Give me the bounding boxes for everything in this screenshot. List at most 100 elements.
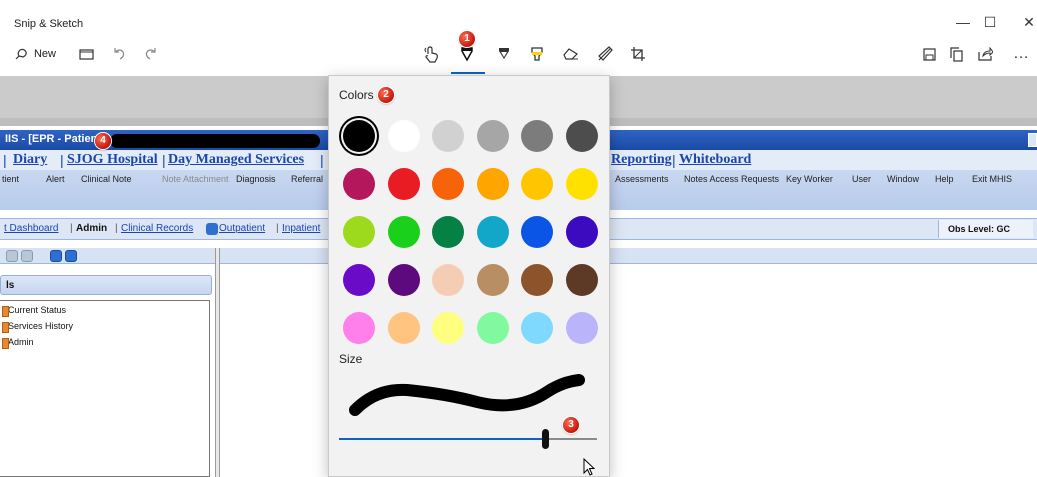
crumb-arrow-icon[interactable] [206,223,218,235]
nav-link-whiteboard[interactable]: Whiteboard [679,152,751,168]
color-swatch[interactable] [343,216,375,248]
tree-item-services-history[interactable]: Services History [1,321,73,333]
menu-item-note-attachment[interactable]: Note Attachment [162,174,229,184]
color-swatch[interactable] [432,120,464,152]
open-file-button[interactable] [76,42,96,66]
menu-item-key-worker[interactable]: Key Worker [786,174,833,184]
color-swatch[interactable] [387,312,420,344]
undo-icon [112,47,126,61]
size-slider-track[interactable] [545,438,597,440]
crumb-dashboard[interactable]: t Dashboard [4,223,58,234]
undo-button[interactable] [110,42,128,66]
color-swatch[interactable] [476,312,509,344]
nav-separator: | [60,152,64,168]
menu-item-alert[interactable]: Alert [46,174,65,184]
color-swatch[interactable] [565,120,598,152]
crumb-outpatient[interactable]: Outpatient [219,223,265,234]
touch-writing-button[interactable] [421,42,443,66]
size-slider-fill[interactable] [339,438,545,440]
pencil-button[interactable] [493,42,515,66]
color-swatch[interactable] [343,168,375,200]
mhis-window-button[interactable] [1028,133,1037,147]
color-swatch[interactable] [521,264,553,296]
color-swatch[interactable] [565,312,598,344]
menu-item-exit-mhis[interactable]: Exit MHIS [972,174,1012,184]
crop-button[interactable] [627,42,649,66]
color-swatch[interactable] [521,120,553,152]
tree-section-header[interactable]: ls [0,275,212,295]
size-slider-thumb[interactable] [542,429,549,449]
menu-item-window[interactable]: Window [887,174,919,184]
color-swatch[interactable] [387,216,420,248]
tree-down-icon[interactable] [6,250,18,262]
minimize-button[interactable]: — [948,12,978,32]
color-swatch[interactable] [432,264,464,296]
close-button[interactable]: ✕ [1014,12,1037,32]
active-tool-indicator [451,72,485,74]
color-swatch[interactable] [387,120,420,152]
ruler-button[interactable] [594,42,616,66]
menu-item-diagnosis[interactable]: Diagnosis [236,174,276,184]
color-swatch[interactable] [387,264,420,296]
crumb-clinical-records[interactable]: Clinical Records [121,223,193,234]
menu-item-notes-access-requests[interactable]: Notes Access Requests [684,174,779,184]
color-swatch[interactable] [565,216,598,248]
color-swatch[interactable] [432,312,464,344]
color-swatch[interactable] [565,168,598,200]
color-swatch[interactable] [565,264,598,296]
crumb-admin[interactable]: Admin [76,223,107,234]
tree-expand-icon[interactable] [50,250,62,262]
color-swatch[interactable] [521,168,553,200]
pane-splitter[interactable] [215,248,220,477]
new-snip-button[interactable]: New [12,42,58,66]
nav-link-diary[interactable]: Diary [13,152,47,168]
nav-link-sjog-hospital[interactable]: SJOG Hospital [67,152,158,168]
annotation-badge-2: 2 [378,87,394,103]
nav-link-day-managed-services[interactable]: Day Managed Services [168,152,304,168]
highlighter-icon [530,46,544,62]
color-swatch[interactable] [343,264,375,296]
color-swatch[interactable] [521,312,553,344]
tree-item-admin[interactable]: Admin [2,337,34,349]
screen: Snip & Sketch — ☐ ✕ New … IIS - [EPR - P… [0,0,1037,477]
more-button[interactable]: … [1008,42,1034,66]
color-swatch[interactable] [521,216,553,248]
color-swatch[interactable] [476,120,509,152]
annotation-badge-3: 3 [563,417,579,433]
eraser-button[interactable] [560,42,582,66]
crop-icon [630,46,646,62]
tree-up-icon[interactable] [21,250,33,262]
highlighter-button[interactable] [526,42,548,66]
color-swatch[interactable] [432,168,464,200]
pencil-icon [498,47,510,61]
color-swatch[interactable] [476,168,509,200]
tree-collapse-icon[interactable] [65,250,77,262]
menu-item-patient[interactable]: tient [2,174,19,184]
tree-item-current-status[interactable]: Current Status [1,305,66,317]
menu-item-referral[interactable]: Referral [291,174,323,184]
ruler-icon [597,46,613,62]
toolbar: New … [0,34,1037,76]
maximize-button[interactable]: ☐ [975,12,1005,32]
menu-item-clinical-note[interactable]: Clinical Note [81,174,132,184]
menu-item-assessments[interactable]: Assessments [615,174,669,184]
share-button[interactable] [975,42,995,66]
save-button[interactable] [920,42,938,66]
color-swatch[interactable] [343,120,375,152]
color-swatch[interactable] [387,168,420,200]
color-swatch[interactable] [432,216,464,248]
copy-button[interactable] [946,42,966,66]
more-icon: … [1013,45,1029,62]
mouse-cursor-icon [583,458,595,476]
menu-item-user[interactable]: User [852,174,871,184]
redo-button[interactable] [142,42,160,66]
obs-level-label: Obs Level: GC [938,220,1033,238]
nav-link-reporting[interactable]: Reporting [611,152,672,168]
colors-label: Colors [339,88,374,102]
color-swatch[interactable] [343,312,375,344]
color-swatch[interactable] [476,264,509,296]
crumb-inpatient[interactable]: Inpatient [282,223,320,234]
menu-item-help[interactable]: Help [935,174,954,184]
app-title: Snip & Sketch [14,18,84,30]
color-swatch[interactable] [476,216,509,248]
